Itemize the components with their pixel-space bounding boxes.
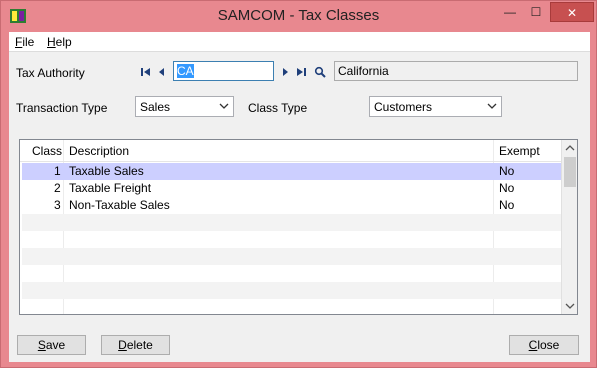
class-type-label: Class Type [248, 101, 308, 115]
cell-exempt: No [499, 181, 515, 195]
grid-header: Class Description Exempt [20, 140, 563, 162]
empty-row[interactable] [22, 265, 563, 282]
transaction-type-value: Sales [140, 100, 171, 114]
empty-row[interactable] [22, 299, 563, 314]
minimize-button[interactable]: — [497, 2, 523, 22]
class-type-value: Customers [374, 100, 433, 114]
cell-description: Non-Taxable Sales [69, 198, 170, 212]
scroll-up-icon[interactable] [565, 143, 575, 153]
menu-file[interactable]: File [15, 35, 34, 49]
tax-authority-input[interactable]: CA [173, 61, 274, 81]
first-record-icon[interactable] [140, 66, 152, 78]
menu-file-label: ile [22, 35, 35, 49]
close-button[interactable]: Close [509, 335, 579, 355]
scrollbar-thumb[interactable] [564, 157, 576, 187]
close-label: lose [537, 338, 560, 352]
next-record-icon[interactable] [279, 66, 291, 78]
maximize-button[interactable]: ☐ [523, 2, 549, 22]
chevron-down-icon [487, 103, 497, 109]
empty-row[interactable] [22, 231, 563, 248]
chevron-down-icon [219, 103, 229, 109]
save-label: ave [45, 338, 66, 352]
delete-accel: D [118, 338, 127, 352]
tax-authority-value: CA [177, 64, 194, 78]
menu-help[interactable]: Help [47, 35, 72, 49]
title-bar[interactable]: SAMCOM - Tax Classes — ☐ ✕ [1, 1, 596, 31]
tax-authority-label: Tax Authority [16, 66, 85, 80]
header-description[interactable]: Description [69, 144, 129, 158]
magnifier-icon[interactable] [314, 66, 326, 78]
cell-class: 2 [54, 181, 61, 195]
cell-description: Taxable Sales [69, 164, 144, 178]
menu-help-label: elp [55, 35, 72, 49]
header-exempt[interactable]: Exempt [499, 144, 540, 158]
transaction-type-select[interactable]: Sales [135, 96, 234, 117]
tax-classes-window: SAMCOM - Tax Classes — ☐ ✕ File Help Tax… [0, 0, 597, 368]
header-class[interactable]: Class [32, 144, 62, 158]
cell-exempt: No [499, 198, 515, 212]
class-type-select[interactable]: Customers [369, 96, 502, 117]
client-area: File Help Tax Authority CA California Tr… [9, 32, 590, 362]
table-row[interactable]: 1 Taxable Sales No [22, 163, 563, 180]
last-record-icon[interactable] [295, 66, 307, 78]
save-accel: S [37, 338, 46, 352]
cell-exempt: No [499, 164, 515, 178]
transaction-type-label: Transaction Type [16, 101, 108, 115]
cell-description: Taxable Freight [69, 181, 152, 195]
empty-row[interactable] [22, 214, 563, 231]
previous-record-icon[interactable] [156, 66, 168, 78]
cell-class: 3 [54, 198, 61, 212]
table-row[interactable]: 2 Taxable Freight No [22, 180, 563, 197]
empty-row[interactable] [22, 282, 563, 299]
tax-authority-name: California [334, 61, 578, 81]
menu-help-accel: H [47, 35, 56, 49]
save-button[interactable]: Save [17, 335, 86, 355]
cell-class: 1 [54, 164, 61, 178]
delete-button[interactable]: Delete [101, 335, 170, 355]
delete-label: elete [126, 338, 153, 352]
window-close-button[interactable]: ✕ [550, 2, 594, 22]
table-row[interactable]: 3 Non-Taxable Sales No [22, 197, 563, 214]
scroll-down-icon[interactable] [565, 301, 575, 311]
menu-bar: File Help [9, 32, 590, 52]
vertical-scrollbar[interactable] [561, 140, 577, 314]
empty-row[interactable] [22, 248, 563, 265]
tax-classes-grid[interactable]: Class Description Exempt 1 Taxable Sales… [19, 139, 578, 315]
